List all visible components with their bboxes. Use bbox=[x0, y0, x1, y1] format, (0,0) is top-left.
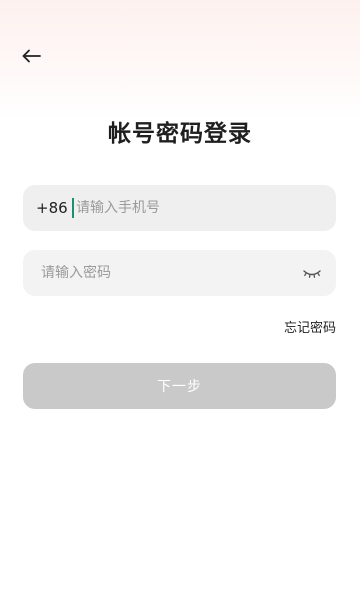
forgot-password-link[interactable]: 忘记密码 bbox=[284, 317, 336, 336]
phone-input[interactable] bbox=[76, 200, 316, 216]
password-field[interactable] bbox=[23, 250, 336, 296]
text-cursor bbox=[72, 198, 74, 218]
page-title: 帐号密码登录 bbox=[108, 121, 252, 147]
country-code[interactable]: +86 bbox=[36, 199, 68, 217]
eye-closed-icon[interactable] bbox=[302, 264, 322, 282]
next-button[interactable]: 下一步 bbox=[23, 363, 336, 409]
arrow-left-icon bbox=[22, 49, 41, 63]
header-gradient-background bbox=[0, 0, 360, 120]
phone-field[interactable]: +86 bbox=[23, 185, 336, 231]
back-button[interactable] bbox=[18, 44, 46, 68]
password-input[interactable] bbox=[41, 265, 291, 281]
